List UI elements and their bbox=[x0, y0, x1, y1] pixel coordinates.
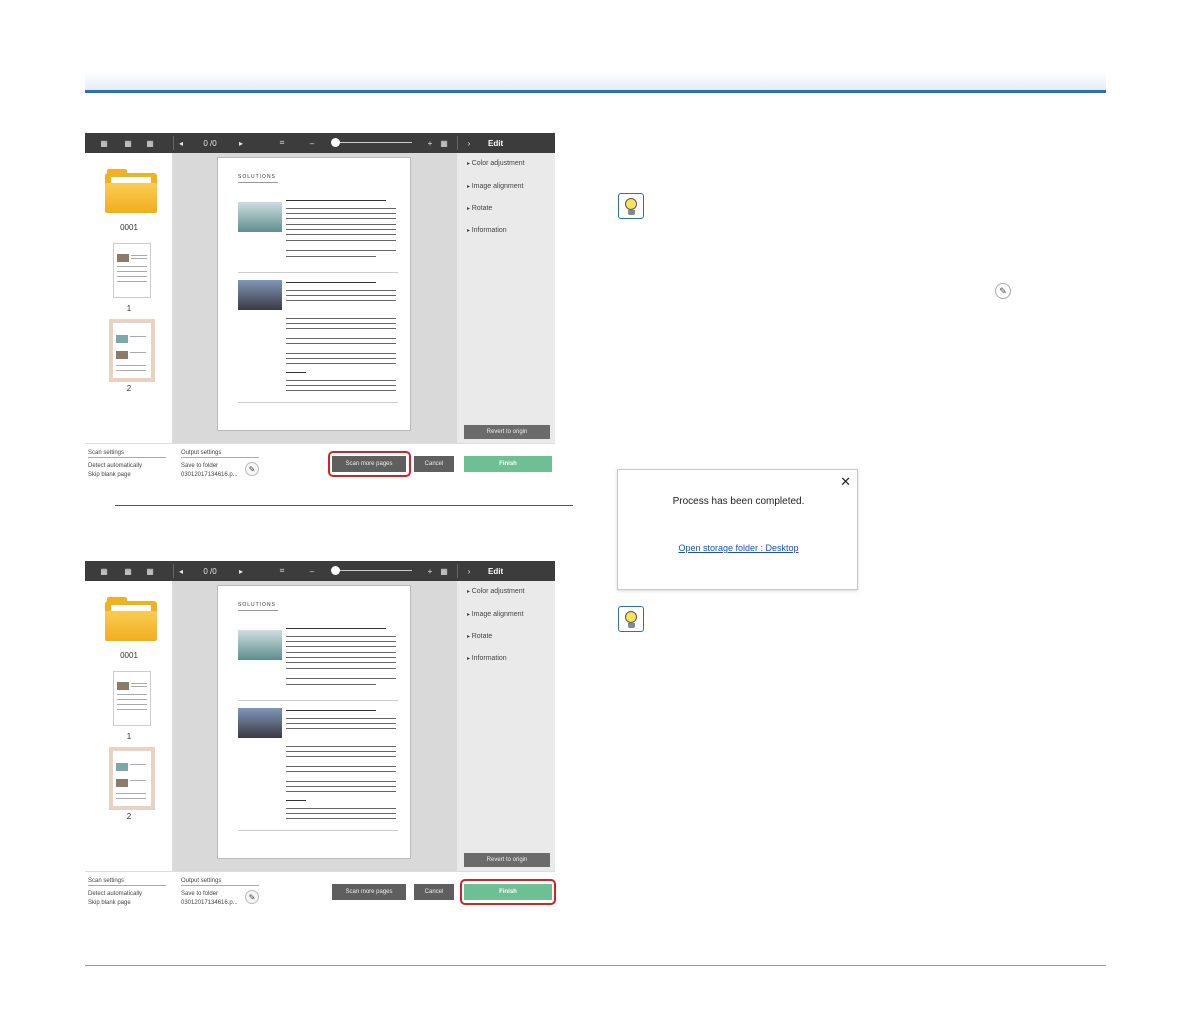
page-thumbnail-2[interactable] bbox=[109, 747, 155, 810]
edit-panel-title: Edit bbox=[488, 566, 504, 576]
view-grid-icon[interactable]: ▦ bbox=[121, 133, 135, 153]
scan-setting-line: Detect automatically bbox=[88, 463, 143, 469]
output-setting-line: Save to folder bbox=[181, 891, 219, 897]
output-setting-line: 03012017134616.p... bbox=[181, 900, 238, 906]
folder-label: 0001 bbox=[120, 651, 138, 660]
highlight-ring bbox=[328, 451, 411, 477]
page-number-1: 1 bbox=[126, 304, 132, 313]
view-grid-icon[interactable]: ▦ bbox=[143, 133, 157, 153]
zoom-slider-thumb[interactable] bbox=[331, 138, 340, 147]
toolbar: ▦ ▦ ▦ ◂ 0 /0 ▸ ⌗ – + ▦ › Edit bbox=[85, 133, 555, 153]
edit-side-panel: Color adjustment Image alignment Rotate … bbox=[457, 581, 555, 871]
page-header-rule bbox=[85, 90, 1106, 93]
thumbnail-grid-icon[interactable]: ▦ bbox=[437, 561, 451, 581]
next-icon[interactable]: ▸ bbox=[235, 561, 247, 581]
doc-title: SOLUTIONS bbox=[238, 174, 276, 180]
scan-setting-line: Skip blank page bbox=[88, 900, 131, 906]
zoom-slider-track[interactable] bbox=[332, 142, 412, 143]
folder-icon[interactable] bbox=[105, 597, 157, 641]
cancel-button[interactable]: Cancel bbox=[414, 884, 454, 900]
thumbnail-column: 0001 1 2 bbox=[85, 581, 173, 871]
zoom-slider-thumb[interactable] bbox=[331, 566, 340, 575]
side-item-information[interactable]: Information bbox=[467, 655, 507, 662]
thumbnail-grid-icon[interactable]: ▦ bbox=[437, 133, 451, 153]
revert-to-origin-button[interactable]: Revert to origin bbox=[464, 425, 550, 439]
pencil-icon: ✎ bbox=[248, 464, 256, 474]
close-icon[interactable]: ✕ bbox=[840, 474, 851, 490]
output-setting-line: Save to folder bbox=[181, 463, 219, 469]
preview-canvas[interactable]: SOLUTIONS bbox=[173, 153, 457, 443]
scan-more-pages-button[interactable]: Scan more pages bbox=[332, 884, 406, 900]
pencil-icon: ✎ bbox=[248, 892, 256, 902]
doc-title: SOLUTIONS bbox=[238, 602, 276, 608]
bottom-bar: Scan settings Detect automatically Skip … bbox=[85, 871, 556, 914]
edit-side-panel: Color adjustment Image alignment Rotate … bbox=[457, 153, 555, 443]
view-grid-icon[interactable]: ▦ bbox=[97, 561, 111, 581]
document-preview: SOLUTIONS bbox=[217, 157, 411, 431]
zoom-out-icon[interactable]: – bbox=[307, 133, 317, 153]
document-preview: SOLUTIONS bbox=[217, 585, 411, 859]
collapse-panel-icon[interactable]: › bbox=[463, 133, 475, 153]
collapse-panel-icon[interactable]: › bbox=[463, 561, 475, 581]
pencil-icon: ✎ bbox=[995, 283, 1011, 299]
scan-setting-line: Detect automatically bbox=[88, 891, 143, 897]
next-icon[interactable]: ▸ bbox=[235, 133, 247, 153]
hint-bulb-icon bbox=[618, 193, 644, 219]
side-item-rotate[interactable]: Rotate bbox=[467, 633, 493, 640]
view-grid-icon[interactable]: ▦ bbox=[143, 561, 157, 581]
view-grid-icon[interactable]: ▦ bbox=[121, 561, 135, 581]
folder-label: 0001 bbox=[120, 223, 138, 232]
page-counter: 0 /0 bbox=[203, 566, 217, 576]
hint-bulb-icon bbox=[618, 606, 644, 632]
fit-icon[interactable]: ⌗ bbox=[275, 133, 289, 153]
page-number-1: 1 bbox=[126, 732, 132, 741]
open-storage-folder-link[interactable]: Open storage folder : Desktop bbox=[618, 543, 859, 553]
thumbnail-column: 0001 1 2 bbox=[85, 153, 173, 443]
dialog-message: Process has been completed. bbox=[672, 496, 805, 507]
bottom-bar: Scan settings Detect automatically Skip … bbox=[85, 443, 555, 486]
section-divider bbox=[115, 505, 573, 506]
edit-output-settings-button[interactable]: ✎ bbox=[245, 890, 259, 904]
scanner-window-top: ▦ ▦ ▦ ◂ 0 /0 ▸ ⌗ – + ▦ › Edit 0001 1 2 S… bbox=[85, 133, 555, 486]
revert-to-origin-button[interactable]: Revert to origin bbox=[464, 853, 550, 867]
scanner-window-bottom: ▦ ▦ ▦ ◂ 0 /0 ▸ ⌗ – + ▦ › Edit 0001 1 2 S… bbox=[85, 561, 556, 914]
zoom-slider-track[interactable] bbox=[332, 570, 412, 571]
folder-icon[interactable] bbox=[105, 169, 157, 213]
side-item-color-adjustment[interactable]: Color adjustment bbox=[467, 588, 525, 595]
highlight-ring bbox=[460, 879, 556, 905]
page-footer-rule bbox=[85, 965, 1106, 966]
page-thumbnail-2[interactable] bbox=[109, 319, 155, 382]
toolbar: ▦ ▦ ▦ ◂ 0 /0 ▸ ⌗ – + ▦ › Edit bbox=[85, 561, 555, 581]
side-item-color-adjustment[interactable]: Color adjustment bbox=[467, 160, 525, 167]
page-counter: 0 /0 bbox=[203, 138, 217, 148]
side-item-rotate[interactable]: Rotate bbox=[467, 205, 493, 212]
finish-button[interactable]: Finish bbox=[464, 456, 552, 472]
edit-output-settings-button[interactable]: ✎ bbox=[245, 462, 259, 476]
page-number-2: 2 bbox=[126, 384, 132, 393]
page-number-2: 2 bbox=[126, 812, 132, 821]
side-item-image-alignment[interactable]: Image alignment bbox=[467, 611, 524, 618]
zoom-out-icon[interactable]: – bbox=[307, 561, 317, 581]
zoom-in-icon[interactable]: + bbox=[425, 561, 435, 581]
zoom-in-icon[interactable]: + bbox=[425, 133, 435, 153]
view-grid-icon[interactable]: ▦ bbox=[97, 133, 111, 153]
prev-icon[interactable]: ◂ bbox=[175, 561, 187, 581]
side-item-image-alignment[interactable]: Image alignment bbox=[467, 183, 524, 190]
cancel-button[interactable]: Cancel bbox=[414, 456, 454, 472]
fit-icon[interactable]: ⌗ bbox=[275, 561, 289, 581]
page-thumbnail-1[interactable] bbox=[113, 671, 151, 726]
scan-setting-line: Skip blank page bbox=[88, 472, 131, 478]
page-thumbnail-1[interactable] bbox=[113, 243, 151, 298]
output-settings-heading: Output settings bbox=[181, 450, 259, 458]
edit-panel-title: Edit bbox=[488, 138, 504, 148]
scan-settings-heading: Scan settings bbox=[88, 878, 166, 886]
prev-icon[interactable]: ◂ bbox=[175, 133, 187, 153]
scan-settings-heading: Scan settings bbox=[88, 450, 166, 458]
preview-canvas[interactable]: SOLUTIONS bbox=[173, 581, 457, 871]
output-setting-line: 03012017134616.p... bbox=[181, 472, 238, 478]
output-settings-heading: Output settings bbox=[181, 878, 259, 886]
completion-dialog: ✕ Process has been completed. Open stora… bbox=[617, 469, 858, 590]
side-item-information[interactable]: Information bbox=[467, 227, 507, 234]
page-header-band bbox=[85, 72, 1106, 90]
